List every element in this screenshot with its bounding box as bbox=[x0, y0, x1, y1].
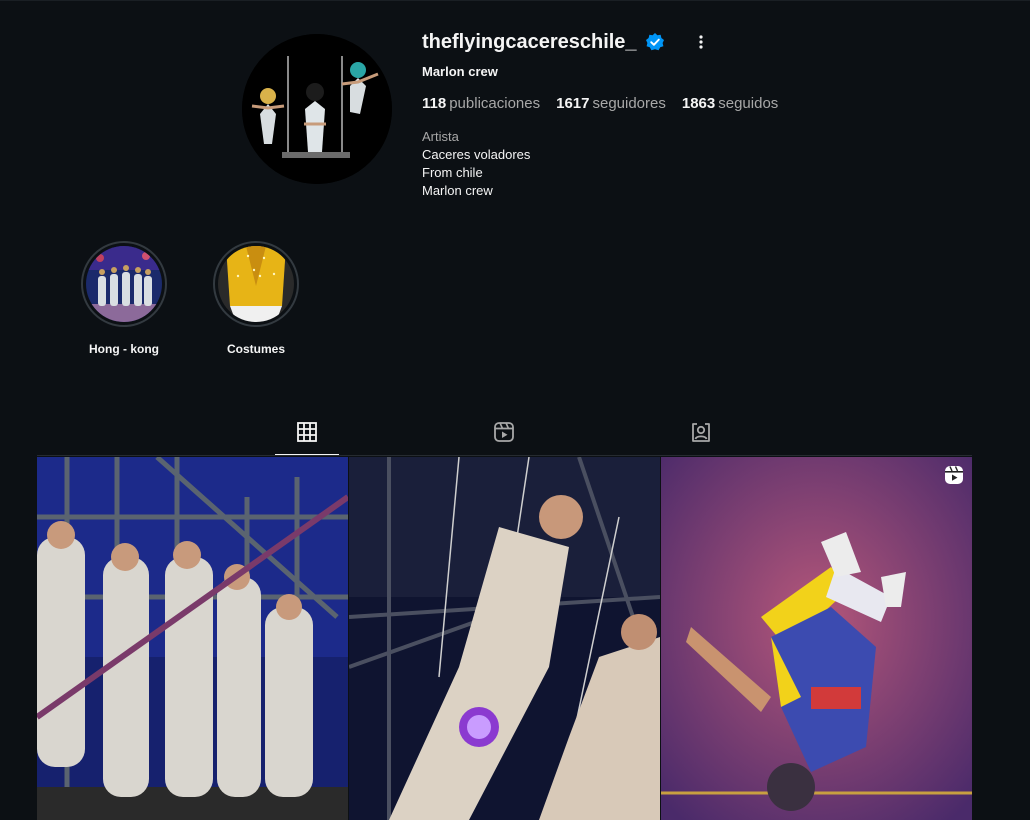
reel-icon bbox=[944, 465, 964, 485]
post-tile-3[interactable] bbox=[661, 457, 972, 820]
bio-line: Marlon crew bbox=[422, 183, 493, 198]
tab-posts[interactable] bbox=[275, 421, 339, 456]
posts-label: publicaciones bbox=[449, 95, 541, 112]
highlight-ring bbox=[81, 241, 167, 327]
post-tile-2[interactable] bbox=[349, 457, 660, 820]
bio: Artista Caceres voladores From chile Mar… bbox=[422, 128, 982, 200]
posts-count: 118 bbox=[422, 95, 447, 112]
grid-icon bbox=[297, 422, 317, 442]
tab-tagged[interactable] bbox=[669, 421, 733, 455]
tab-reels[interactable] bbox=[472, 421, 536, 455]
reels-icon bbox=[494, 422, 514, 442]
username: theflyingcacereschile_ bbox=[422, 30, 637, 53]
posts-stat: 118 publicaciones bbox=[422, 95, 540, 112]
verified-badge-icon bbox=[645, 32, 665, 52]
post-image-acrobat bbox=[661, 457, 972, 820]
tagged-icon bbox=[692, 423, 710, 442]
highlight-cover bbox=[218, 246, 294, 322]
followers-label: seguidores bbox=[592, 95, 666, 112]
category-label: Artista bbox=[422, 129, 459, 144]
bio-line: Caceres voladores bbox=[422, 147, 531, 162]
more-options-icon[interactable] bbox=[691, 32, 711, 52]
full-name: Marlon crew bbox=[422, 64, 498, 79]
post-image-flying-trapeze bbox=[349, 457, 660, 820]
avatar-illustration bbox=[242, 34, 392, 184]
followers-stat[interactable]: 1617 seguidores bbox=[556, 95, 666, 112]
post-tile-1[interactable] bbox=[37, 457, 348, 820]
followers-count: 1617 bbox=[556, 95, 590, 112]
highlight-cover bbox=[86, 246, 162, 322]
highlight-costumes-image bbox=[218, 246, 294, 322]
highlight-label: Hong - kong bbox=[89, 342, 159, 356]
highlight-label: Costumes bbox=[226, 342, 285, 356]
username-row: theflyingcacereschile_ bbox=[422, 30, 982, 54]
top-divider bbox=[0, 0, 1030, 1]
following-count: 1863 bbox=[681, 95, 716, 112]
highlight-costumes[interactable]: Costumes bbox=[196, 241, 316, 356]
profile-avatar[interactable] bbox=[242, 34, 392, 184]
tabs-divider bbox=[37, 455, 972, 456]
highlight-ring bbox=[213, 241, 299, 327]
profile-stats: 118 publicaciones 1617 seguidores 1863 segu… bbox=[422, 95, 982, 112]
following-stat[interactable]: 1863 seguidos bbox=[682, 95, 778, 112]
post-image-trapeze-rig bbox=[37, 457, 348, 820]
highlight-hong-kong-image bbox=[86, 246, 162, 322]
highlight-hong-kong[interactable]: Hong - kong bbox=[64, 241, 184, 356]
following-label: seguidos bbox=[718, 95, 779, 112]
profile-page: theflyingcacereschile_ Marlon crew 118 pu… bbox=[0, 0, 1030, 820]
bio-line: From chile bbox=[422, 165, 483, 180]
profile-header: theflyingcacereschile_ Marlon crew 118 pu… bbox=[422, 30, 982, 200]
